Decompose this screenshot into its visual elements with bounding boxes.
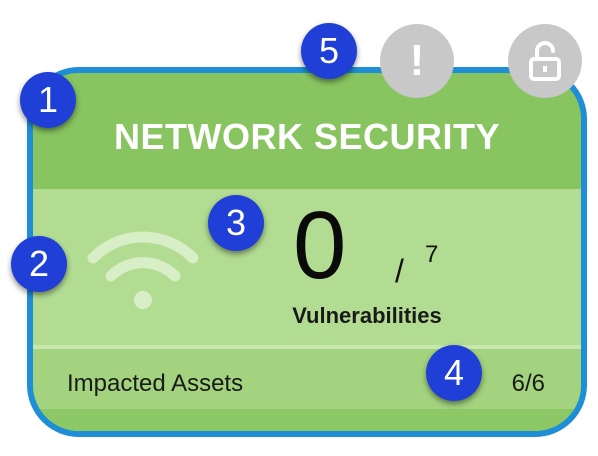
vulnerability-count: 0 <box>293 192 347 299</box>
callout-2: 2 <box>11 236 67 292</box>
impacted-assets-value: 6/6 <box>511 370 545 397</box>
network-security-card[interactable]: NETWORK SECURITY 0 / 7 Vulnerabilities I… <box>27 67 587 437</box>
callout-1: 1 <box>20 72 76 128</box>
card-bottom-band <box>33 409 581 431</box>
lock-button[interactable] <box>508 24 582 98</box>
vulnerability-total: 7 <box>425 241 439 268</box>
impacted-assets-label: Impacted Assets <box>67 370 244 397</box>
exclamation-icon: ! <box>409 36 425 85</box>
vulnerabilities-label: Vulnerabilities <box>292 303 442 328</box>
vulnerability-separator: / <box>395 253 404 289</box>
alert-button[interactable]: ! <box>380 24 454 98</box>
card-title: NETWORK SECURITY <box>114 116 500 157</box>
callout-3: 3 <box>208 195 264 251</box>
callout-4: 4 <box>426 345 482 401</box>
screenshot-stage: NETWORK SECURITY 0 / 7 Vulnerabilities I… <box>0 0 598 456</box>
callout-5: 5 <box>301 23 357 79</box>
unlock-icon <box>529 41 561 81</box>
